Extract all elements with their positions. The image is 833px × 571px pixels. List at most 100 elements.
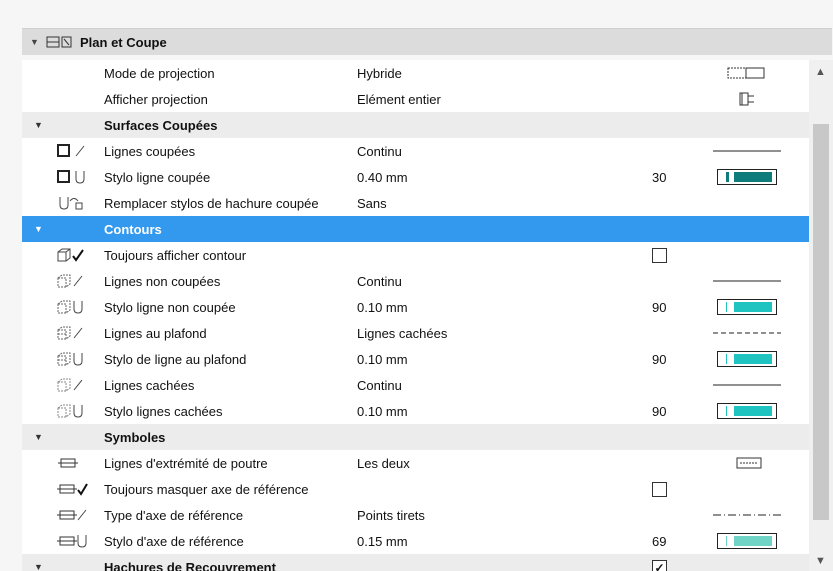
pen-color-swatch[interactable]: [712, 297, 782, 317]
scroll-down-icon[interactable]: ▼: [815, 555, 826, 567]
list-item-uncut-line-pen[interactable]: Stylo ligne non coupée 0.10 mm 90: [22, 294, 809, 320]
hide-reference-axis-checkbox[interactable]: [652, 482, 667, 497]
row-label: Lignes au plafond: [104, 325, 207, 341]
row-label: Afficher projection: [104, 91, 208, 107]
row-value[interactable]: Points tirets: [357, 508, 425, 523]
section-label: Hachures de Recouvrement: [104, 559, 276, 571]
row-value[interactable]: Sans: [357, 196, 387, 211]
pen-color-swatch[interactable]: [712, 531, 782, 551]
list-item-override-fill-pens[interactable]: Remplacer stylos de hachure coupée Sans: [22, 190, 809, 216]
list-item-cut-line-pen[interactable]: Stylo ligne coupée 0.40 mm 30: [22, 164, 809, 190]
beam-end-icon: [56, 453, 100, 473]
settings-list: Mode de projection Hybride Afficher proj…: [22, 60, 809, 571]
axis-line-icon: [56, 505, 100, 525]
overhead-line-icon: [56, 323, 100, 343]
row-label: Stylo ligne non coupée: [104, 299, 236, 315]
row-label: Toujours afficher contour: [104, 247, 247, 263]
pen-number: 90: [652, 403, 667, 419]
section-symbols[interactable]: ▼ Symboles: [22, 424, 809, 450]
override-pen-icon: [56, 193, 100, 213]
list-item-cut-lines[interactable]: Lignes coupées Continu: [22, 138, 809, 164]
cut-pen-icon: [56, 167, 100, 187]
list-item-overhead-line-pen[interactable]: Stylo de ligne au plafond 0.10 mm 90: [22, 346, 809, 372]
row-value[interactable]: Elément entier: [357, 92, 441, 107]
cut-line-icon: [56, 141, 100, 161]
row-label: Stylo lignes cachées: [104, 403, 223, 419]
section-label: Surfaces Coupées: [104, 117, 218, 133]
panel-title: Plan et Coupe: [80, 34, 167, 50]
collapse-triangle-icon[interactable]: ▼: [30, 37, 40, 47]
axis-check-icon: [56, 479, 100, 499]
list-item-uncut-lines[interactable]: Lignes non coupées Continu: [22, 268, 809, 294]
uncut-pen-icon: [56, 297, 100, 317]
list-item-overhead-lines[interactable]: Lignes au plafond Lignes cachées: [22, 320, 809, 346]
row-label: Lignes non coupées: [104, 273, 221, 289]
row-value[interactable]: Les deux: [357, 456, 410, 471]
list-item-hidden-line-pen[interactable]: Stylo lignes cachées 0.10 mm 90: [22, 398, 809, 424]
list-item-hide-reference-axis[interactable]: Toujours masquer axe de référence: [22, 476, 809, 502]
both-ends-icon[interactable]: [712, 453, 782, 473]
row-value[interactable]: 0.10 mm: [357, 300, 408, 315]
row-label: Remplacer stylos de hachure coupée: [104, 195, 319, 211]
row-value[interactable]: Hybride: [357, 66, 402, 81]
row-label: Stylo de ligne au plafond: [104, 351, 247, 367]
row-label: Lignes cachées: [104, 377, 195, 393]
panel-header[interactable]: ▼ Plan et Coupe: [22, 28, 832, 55]
pen-number: 69: [652, 533, 667, 549]
section-outlines[interactable]: ▼ Contours: [22, 216, 809, 242]
uncut-line-icon: [56, 271, 100, 291]
pen-color-swatch[interactable]: [712, 349, 782, 369]
hidden-line-icon: [56, 375, 100, 395]
row-label: Type d'axe de référence: [104, 507, 244, 523]
row-label: Lignes coupées: [104, 143, 196, 159]
row-value[interactable]: Continu: [357, 378, 402, 393]
section-overlap-hatching[interactable]: ▼ Hachures de Recouvrement ✓: [22, 554, 809, 571]
row-value[interactable]: Lignes cachées: [357, 326, 447, 341]
pen-number: 30: [652, 169, 667, 185]
list-item-reference-axis-type[interactable]: Type d'axe de référence Points tirets: [22, 502, 809, 528]
collapse-triangle-icon[interactable]: ▼: [34, 224, 43, 234]
hidden-pen-icon: [56, 401, 100, 421]
axis-pen-icon: [56, 531, 100, 551]
entire-element-icon[interactable]: [712, 89, 782, 109]
overhead-pen-icon: [56, 349, 100, 369]
list-item-show-projection[interactable]: Afficher projection Elément entier: [22, 86, 809, 112]
vertical-scrollbar[interactable]: ▲ ▼: [809, 60, 833, 571]
always-show-outline-checkbox[interactable]: [652, 248, 667, 263]
section-label: Symboles: [104, 429, 166, 445]
row-value[interactable]: 0.40 mm: [357, 170, 408, 185]
pen-color-swatch[interactable]: [712, 401, 782, 421]
pen-number: 90: [652, 299, 667, 315]
line-type-preview[interactable]: [712, 323, 782, 343]
collapse-triangle-icon[interactable]: ▼: [34, 432, 43, 442]
outline-check-icon: [56, 245, 100, 265]
list-item-hidden-lines[interactable]: Lignes cachées Continu: [22, 372, 809, 398]
row-value[interactable]: Continu: [357, 274, 402, 289]
line-type-preview[interactable]: [712, 141, 782, 161]
scrollbar-thumb[interactable]: [813, 124, 829, 520]
line-type-preview[interactable]: [712, 505, 782, 525]
row-label: Mode de projection: [104, 65, 215, 81]
collapse-triangle-icon[interactable]: ▼: [34, 562, 43, 571]
row-value[interactable]: 0.15 mm: [357, 534, 408, 549]
line-type-preview[interactable]: [712, 271, 782, 291]
row-value[interactable]: 0.10 mm: [357, 352, 408, 367]
overlap-hatching-checkbox[interactable]: ✓: [652, 560, 667, 571]
row-label: Lignes d'extrémité de poutre: [104, 455, 268, 471]
list-item-projection-mode[interactable]: Mode de projection Hybride: [22, 60, 809, 86]
list-item-reference-axis-pen[interactable]: Stylo d'axe de référence 0.15 mm 69: [22, 528, 809, 554]
row-value[interactable]: 0.10 mm: [357, 404, 408, 419]
scroll-up-icon[interactable]: ▲: [815, 66, 826, 78]
row-value[interactable]: Continu: [357, 144, 402, 159]
collapse-triangle-icon[interactable]: ▼: [34, 120, 43, 130]
row-label: Stylo ligne coupée: [104, 169, 211, 185]
section-label: Contours: [104, 221, 162, 237]
list-item-always-show-outline[interactable]: Toujours afficher contour: [22, 242, 809, 268]
row-label: Stylo d'axe de référence: [104, 533, 244, 549]
line-type-preview[interactable]: [712, 375, 782, 395]
pen-number: 90: [652, 351, 667, 367]
section-cut-surfaces[interactable]: ▼ Surfaces Coupées: [22, 112, 809, 138]
list-item-beam-end-lines[interactable]: Lignes d'extrémité de poutre Les deux: [22, 450, 809, 476]
pen-color-swatch[interactable]: [712, 167, 782, 187]
hybrid-projection-icon[interactable]: [712, 63, 782, 83]
